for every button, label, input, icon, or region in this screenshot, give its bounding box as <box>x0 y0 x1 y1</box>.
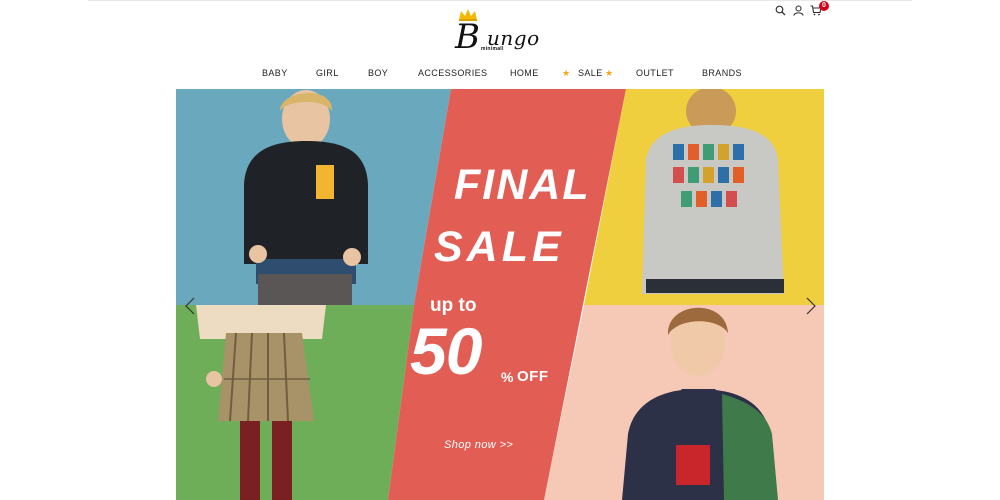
header-icons: 0 <box>774 1 829 16</box>
star-icon: ★ <box>562 68 571 78</box>
nav-accessories[interactable]: ACCESSORIES <box>418 67 487 79</box>
hero-discount-number: 50 <box>410 314 482 388</box>
nav-home[interactable]: HOME <box>510 67 539 79</box>
nav-sale[interactable]: SALE <box>578 67 603 79</box>
nav-boy[interactable]: BOY <box>368 67 388 79</box>
hero-banner[interactable]: FINAL SALE up to 50 % OFF Shop now >> <box>176 89 824 500</box>
logo-initial: B <box>455 17 480 57</box>
nav-baby[interactable]: BABY <box>262 67 288 79</box>
cart-button[interactable]: 0 <box>810 1 829 16</box>
nav-brands[interactable]: BRANDS <box>702 67 742 79</box>
shop-now-link[interactable]: Shop now >> <box>444 438 513 452</box>
hero-title-final: FINAL <box>454 161 591 209</box>
nav-girl[interactable]: GIRL <box>316 67 339 79</box>
site-logo[interactable]: B ungo minimall <box>455 8 555 58</box>
top-divider <box>88 0 912 1</box>
search-icon[interactable] <box>774 4 786 16</box>
hero-off: OFF <box>517 368 549 385</box>
hero-title-sale: SALE <box>434 223 565 271</box>
cart-count-badge: 0 <box>819 1 829 11</box>
chevron-right-icon[interactable] <box>804 296 818 316</box>
chevron-left-icon[interactable] <box>183 296 197 316</box>
nav-outlet[interactable]: OUTLET <box>636 67 674 79</box>
logo-tagline: minimall <box>481 46 504 52</box>
main-nav: BABY GIRL BOY ACCESSORIES HOME ★ SALE ★ … <box>0 67 1000 81</box>
hero-percent-sign: % <box>501 369 514 385</box>
star-icon: ★ <box>605 68 614 78</box>
user-icon[interactable] <box>792 4 804 16</box>
